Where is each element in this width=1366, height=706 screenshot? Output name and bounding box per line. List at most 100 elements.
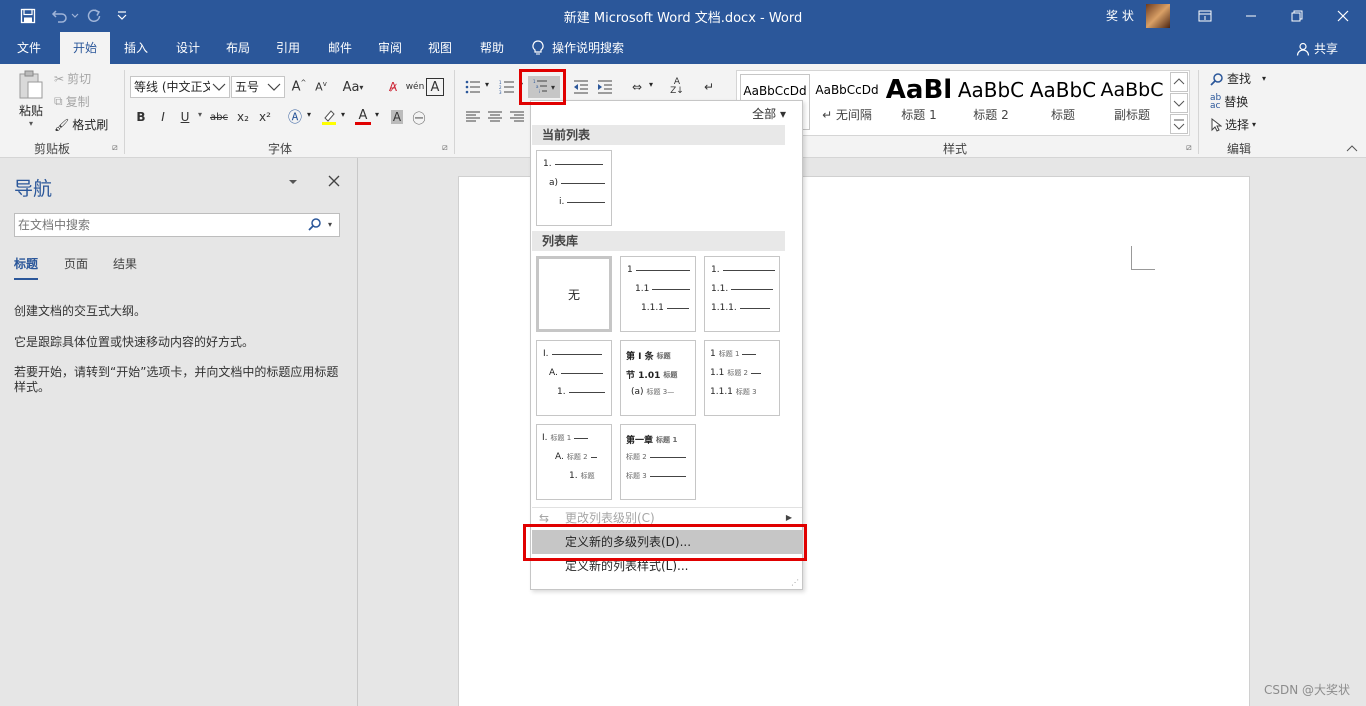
increase-indent-button[interactable]	[594, 76, 616, 98]
paste-button[interactable]: 粘贴 ▾	[14, 70, 48, 134]
font-color-button[interactable]: A	[352, 106, 374, 128]
font-color-dropdown-icon[interactable]: ▾	[375, 110, 379, 119]
replace-button[interactable]: ab ac 替换	[1210, 93, 1248, 110]
change-case-button[interactable]: Aa ▾	[338, 76, 368, 98]
collapse-ribbon-icon[interactable]	[1346, 144, 1358, 152]
save-icon[interactable]	[18, 6, 38, 26]
bold-button[interactable]: B	[130, 106, 152, 128]
find-button[interactable]: 查找 ▾	[1210, 70, 1266, 87]
tab-insert[interactable]: 插入	[114, 32, 158, 64]
select-button[interactable]: 选择 ▾	[1210, 116, 1256, 133]
character-shading-button[interactable]: A	[386, 106, 408, 128]
nav-close-icon[interactable]	[328, 175, 340, 187]
nav-tab-pages[interactable]: 页面	[64, 255, 88, 272]
nav-tab-results[interactable]: 结果	[113, 255, 137, 272]
text-effects-button[interactable]: Ⓐ	[284, 106, 306, 128]
styles-scroll-up-icon[interactable]	[1170, 72, 1188, 92]
italic-button[interactable]: I	[152, 106, 174, 128]
highlight-dropdown-icon[interactable]: ▾	[341, 110, 345, 119]
styles-scroll-down-icon[interactable]	[1170, 93, 1188, 113]
ribbon-display-options-icon[interactable]	[1182, 0, 1228, 32]
styles-more-icon[interactable]	[1170, 114, 1188, 134]
list-library-none[interactable]: 无	[536, 256, 612, 332]
style-heading-1[interactable]: AaBl 标题 1	[884, 74, 954, 130]
font-size-dropdown-icon[interactable]	[265, 78, 283, 96]
tab-review[interactable]: 审阅	[368, 32, 412, 64]
nav-search-dropdown-icon[interactable]: ▾	[328, 220, 332, 229]
grow-font-button[interactable]: A^	[288, 76, 310, 98]
tab-design[interactable]: 设计	[166, 32, 210, 64]
nav-message-3: 若要开始，请转到“开始”选项卡，并向文档中的标题应用标题样式。	[14, 365, 339, 394]
undo-icon[interactable]	[50, 6, 70, 26]
styles-launcher-icon[interactable]: ⧄	[1186, 143, 1192, 153]
share-button[interactable]: 共享	[1296, 40, 1338, 57]
avatar[interactable]	[1146, 4, 1170, 28]
gallery-filter[interactable]: 全部 ▾	[752, 105, 786, 122]
underline-dropdown-icon[interactable]: ▾	[198, 110, 202, 119]
strikethrough-button[interactable]: abc	[208, 106, 230, 128]
tab-layout[interactable]: 布局	[216, 32, 260, 64]
align-left-button[interactable]	[462, 106, 484, 128]
copy-label: 复制	[65, 95, 90, 109]
subscript-button[interactable]: x₂	[232, 106, 254, 128]
nav-search-input[interactable]: 在文档中搜索	[14, 213, 340, 237]
list-library-chapter[interactable]: 第一章 标题 1 标题 2 标题 3	[620, 424, 696, 500]
phonetic-guide-button[interactable]: wén	[404, 76, 426, 98]
bullets-icon	[465, 80, 481, 94]
numbering-button[interactable]: 123	[496, 76, 518, 98]
list-library-numeric[interactable]: 1 1.1 1.1.1	[620, 256, 696, 332]
clear-formatting-button[interactable]: A̷	[382, 76, 404, 98]
minimize-icon[interactable]	[1228, 0, 1274, 32]
font-name-dropdown-icon[interactable]	[210, 78, 228, 96]
enclose-characters-button[interactable]: ㊀	[408, 106, 430, 128]
grow-font-icon: A^	[291, 79, 307, 95]
underline-button[interactable]: U	[174, 106, 196, 128]
current-list-thumbnail[interactable]: 1. a) i.	[536, 150, 612, 226]
list-library-heading-roman[interactable]: I. 标题 1 A. 标题 2 1. 标题	[536, 424, 612, 500]
redo-icon[interactable]	[84, 6, 104, 26]
search-icon[interactable]	[308, 217, 322, 231]
style-subtitle[interactable]: AaBbC 副标题	[1100, 74, 1164, 130]
style-no-spacing[interactable]: AaBbCcDd ↵ 无间隔	[812, 74, 882, 130]
tab-home[interactable]: 开始	[60, 32, 110, 64]
align-right-button[interactable]	[506, 106, 528, 128]
tab-file[interactable]: 文件	[6, 32, 52, 64]
list-library-article-section[interactable]: 第 I 条标题 节 1.01 标题 (a) 标题 3—	[620, 340, 696, 416]
show-marks-button[interactable]: ↵	[698, 76, 720, 98]
list-library-numeric-dotted[interactable]: 1. 1.1. 1.1.1.	[704, 256, 780, 332]
list-library-roman[interactable]: I. A. 1.	[536, 340, 612, 416]
restore-icon[interactable]	[1274, 0, 1320, 32]
list-library-heading-numeric[interactable]: 1 标题 1 1.1 标题 2 1.1.1 标题 3	[704, 340, 780, 416]
shrink-font-button[interactable]: Av	[310, 76, 332, 98]
highlight-button[interactable]	[318, 106, 340, 128]
customize-qat-icon[interactable]	[112, 6, 132, 26]
tab-mailings[interactable]: 邮件	[318, 32, 362, 64]
superscript-button[interactable]: x²	[254, 106, 276, 128]
cut-button[interactable]: ✂ 剪切	[54, 70, 91, 87]
character-border-button[interactable]: A	[426, 78, 444, 96]
tab-view[interactable]: 视图	[418, 32, 462, 64]
resize-grip-icon[interactable]: ⋰	[791, 578, 799, 587]
font-launcher-icon[interactable]: ⧄	[442, 143, 448, 153]
align-center-button[interactable]	[484, 106, 506, 128]
nav-options-dropdown-icon[interactable]	[288, 178, 298, 186]
style-heading-2[interactable]: AaBbC 标题 2	[956, 74, 1026, 130]
text-effects-dropdown-icon[interactable]: ▾	[307, 110, 311, 119]
nav-tab-headings[interactable]: 标题	[14, 255, 39, 280]
user-name[interactable]: 奖 状	[1106, 7, 1134, 24]
sort-button[interactable]: A Z↓	[666, 76, 688, 98]
bullets-button[interactable]	[462, 76, 484, 98]
clipboard-launcher-icon[interactable]: ⧄	[112, 143, 118, 153]
style-title[interactable]: AaBbC 标题	[1028, 74, 1098, 130]
tell-me-search[interactable]: 操作说明搜索	[532, 32, 642, 64]
decrease-indent-button[interactable]	[570, 76, 592, 98]
chinese-layout-dropdown-icon[interactable]: ▾	[649, 80, 653, 89]
copy-button[interactable]: ⧉ 复制	[54, 93, 90, 110]
bullets-dropdown-icon[interactable]: ▾	[485, 80, 489, 89]
tab-references[interactable]: 引用	[266, 32, 310, 64]
undo-dropdown-icon[interactable]	[70, 6, 80, 26]
format-painter-button[interactable]: 🖌 格式刷	[54, 116, 108, 133]
chinese-layout-button[interactable]: ⇔	[626, 76, 648, 98]
close-icon[interactable]	[1320, 0, 1366, 32]
tab-help[interactable]: 帮助	[470, 32, 514, 64]
